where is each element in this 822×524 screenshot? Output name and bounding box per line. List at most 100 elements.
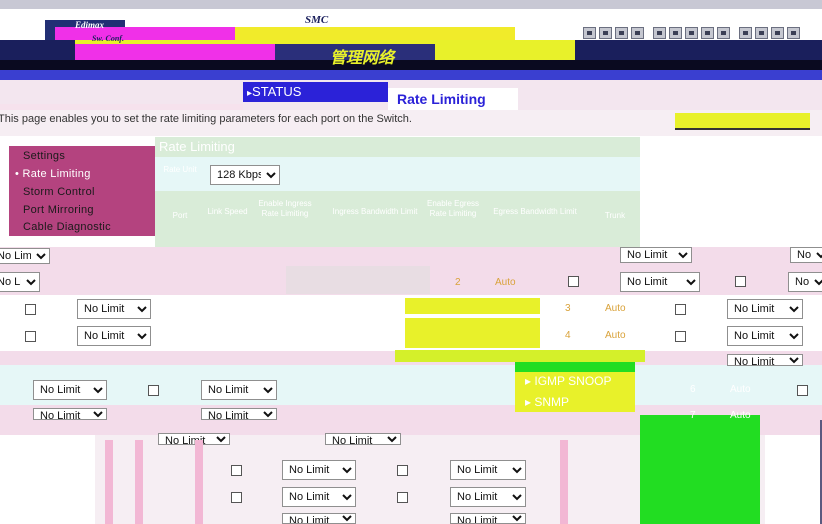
egress-enable-checkbox[interactable] — [675, 331, 686, 342]
egress-limit-select[interactable]: No Limit — [727, 299, 803, 319]
switch-port-icon — [685, 27, 698, 39]
ingress-limit-select[interactable]: No Limit — [282, 460, 356, 480]
side-item-rate-limiting[interactable]: • Rate Limiting — [15, 168, 91, 180]
switch-port-icon — [739, 27, 752, 39]
egress-limit-select[interactable]: No Limit — [0, 272, 40, 292]
glitch-column — [195, 440, 203, 524]
col-trunk: Trunk — [604, 211, 626, 220]
ingress-limit-select[interactable]: No Limit — [282, 513, 356, 524]
yellow-block — [405, 318, 540, 348]
lime-block — [395, 350, 645, 362]
row-band — [0, 365, 822, 405]
dark-underline — [675, 128, 810, 130]
rate-unit-select[interactable]: 128 Kbps — [210, 165, 280, 185]
switch-port-icon — [631, 27, 644, 39]
ingress-limit-select[interactable]: No Limit — [788, 272, 822, 292]
ingress-limit-select[interactable]: No Limit — [33, 380, 107, 400]
port-number: 4 — [565, 330, 571, 341]
brand-small-text: Edimax — [75, 20, 105, 30]
switch-port-icon — [615, 27, 628, 39]
ingress-limit-select[interactable]: No Limit — [158, 433, 230, 445]
page-title: Rate Limiting — [397, 91, 486, 107]
brand-tag-text: Sw. Conf. — [92, 34, 124, 43]
dark-stripe — [0, 60, 822, 70]
switch-port-icon — [787, 27, 800, 39]
link-speed: Auto — [730, 410, 751, 421]
egress-limit-select[interactable]: No Limit — [620, 247, 692, 263]
egress-limit-select[interactable]: No Limit — [201, 408, 277, 420]
switch-port-icon — [653, 27, 666, 39]
glitch-column — [560, 440, 568, 524]
yellow-block — [405, 298, 540, 314]
ingress-limit-select[interactable]: No Limit — [77, 299, 151, 319]
trunk-checkbox[interactable] — [735, 276, 746, 287]
col-link-speed: Link Speed — [207, 207, 248, 216]
page-description: This page enables you to set the rate li… — [0, 113, 412, 125]
panel-title: Rate Limiting — [159, 139, 235, 154]
glitch-column — [105, 440, 113, 524]
ingress-limit-select[interactable]: No Limit — [790, 247, 822, 263]
egress-limit-select[interactable]: No Limit — [325, 433, 401, 445]
ingress-enable-checkbox[interactable] — [25, 304, 36, 315]
header-top-stripe — [0, 0, 822, 9]
col-ingress-limit: Ingress Bandwidth Limit — [332, 207, 418, 216]
side-item-port-mirroring[interactable]: Port Mirroring — [23, 204, 94, 216]
ingress-enable-checkbox[interactable] — [25, 331, 36, 342]
link-speed: Auto — [605, 303, 626, 314]
ingress-limit-select[interactable]: No Limit — [282, 487, 356, 507]
port-number: 2 — [455, 277, 461, 288]
col-egress-limit: Egress Bandwidth Limit — [493, 207, 577, 216]
ingress-enable-checkbox[interactable] — [231, 492, 242, 503]
nav-snmp-label: SNMP — [534, 395, 570, 409]
side-item-storm-control[interactable]: Storm Control — [23, 186, 95, 198]
switch-port-icon — [717, 27, 730, 39]
egress-limit-select[interactable]: No Limit — [450, 487, 526, 507]
egress-enable-checkbox[interactable] — [568, 276, 579, 287]
egress-limit-select[interactable]: No Limit — [620, 272, 700, 292]
egress-limit-select[interactable]: No Limit — [201, 380, 277, 400]
nav-band: STATUS Rate Limiting — [0, 80, 822, 110]
navy-right-block — [575, 40, 822, 60]
side-item-label: Rate Limiting — [22, 168, 91, 180]
egress-limit-select[interactable]: No Limit — [450, 460, 526, 480]
rate-unit-label: Rate Unit — [163, 165, 197, 174]
egress-limit-select[interactable]: No Limit — [727, 326, 803, 346]
link-speed: Auto — [495, 277, 516, 288]
side-menu: Settings • Rate Limiting Storm Control P… — [9, 146, 155, 236]
switch-port-icon — [583, 27, 596, 39]
banner-text: 管理网络 — [330, 50, 395, 67]
egress-enable-checkbox[interactable] — [675, 304, 686, 315]
ingress-limit-select[interactable]: No Limit — [77, 326, 151, 346]
egress-enable-checkbox[interactable] — [397, 465, 408, 476]
col-enable-egress: Enable Egress Rate Limiting — [426, 199, 480, 218]
link-speed: Auto — [730, 384, 751, 395]
nav-status-button[interactable]: STATUS — [243, 82, 388, 102]
side-item-settings[interactable]: Settings — [23, 150, 65, 162]
ingress-enable-checkbox[interactable] — [797, 385, 808, 396]
ingress-enable-checkbox[interactable] — [231, 465, 242, 476]
yellow-highlight — [675, 113, 810, 129]
switch-port-icon — [755, 27, 768, 39]
green-block — [640, 415, 760, 524]
ingress-limit-select[interactable]: No Limit — [33, 408, 107, 420]
green-block — [515, 362, 635, 372]
egress-enable-checkbox[interactable] — [148, 385, 159, 396]
port-number: 3 — [565, 303, 571, 314]
header-banner: Edimax Sw. Conf. SMC 管理网络 — [0, 0, 822, 80]
nav-snmp[interactable]: ▸ SNMP — [525, 395, 569, 409]
magenta-band — [75, 44, 275, 60]
logo-text: SMC — [305, 14, 329, 26]
ingress-limit-select[interactable]: No Limit — [0, 248, 50, 264]
switch-port-icon — [771, 27, 784, 39]
side-item-cable-diagnostic[interactable]: Cable Diagnostic — [23, 221, 111, 233]
nav-igmp-label: IGMP SNOOP — [534, 374, 612, 388]
col-port: Port — [172, 211, 188, 220]
blue-stripe — [0, 70, 822, 80]
glitch-column — [135, 440, 143, 524]
egress-limit-select[interactable]: No Limit — [450, 513, 526, 524]
egress-limit-select[interactable]: No Limit — [727, 354, 803, 366]
switch-port-icon — [669, 27, 682, 39]
egress-enable-checkbox[interactable] — [397, 492, 408, 503]
nav-igmp-snoop[interactable]: ▸ IGMP SNOOP — [525, 374, 612, 388]
col-enable-ingress: Enable Ingress Rate Limiting — [258, 199, 312, 218]
